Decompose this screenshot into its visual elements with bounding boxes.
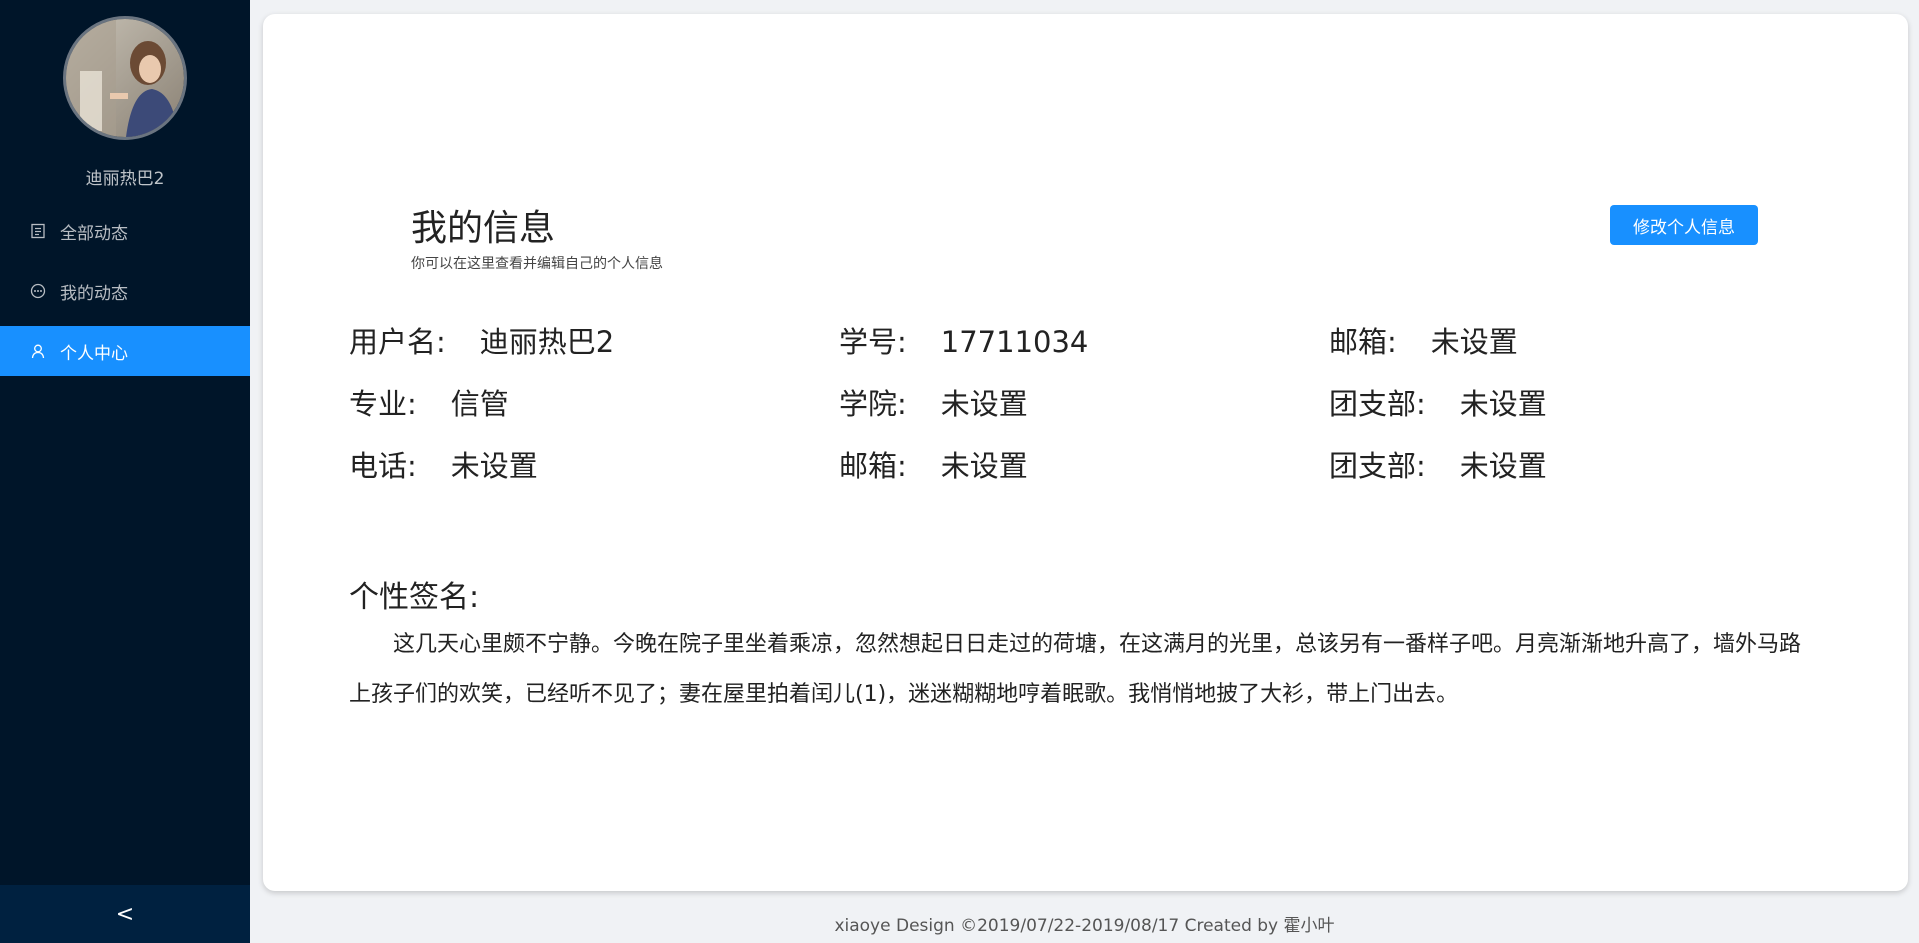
sidebar-item-label: 全部动态 — [60, 223, 128, 244]
info-username: 用户名: 迪丽热巴2 — [349, 319, 839, 359]
page-subtitle: 你可以在这里查看并编辑自己的个人信息 — [411, 256, 663, 272]
chevron-left-icon: < — [115, 901, 135, 927]
avatar[interactable] — [63, 16, 187, 140]
info-student-id: 学号: 17711034 — [839, 319, 1329, 359]
info-label: 邮箱: — [839, 449, 907, 483]
sidebar-collapse-button[interactable]: < — [0, 885, 250, 943]
sidebar-username: 迪丽热巴2 — [85, 169, 165, 189]
sidebar: 迪丽热巴2 全部动态 我的动态 个人中心 < — [0, 0, 250, 943]
info-value: 迪丽热巴2 — [479, 325, 615, 359]
info-label: 专业: — [349, 387, 417, 421]
sidebar-item-all-feeds[interactable]: 全部动态 — [0, 206, 250, 256]
info-label: 团支部: — [1329, 387, 1426, 421]
info-value: 未设置 — [1459, 387, 1547, 421]
info-value: 未设置 — [940, 449, 1028, 483]
info-value: 未设置 — [1430, 325, 1518, 359]
info-college: 学院: 未设置 — [839, 381, 1329, 421]
page-title: 我的信息 — [411, 208, 556, 249]
footer: xiaoye Design ©2019/07/22-2019/08/17 Cre… — [834, 916, 1335, 936]
info-email-2: 邮箱: 未设置 — [839, 443, 1329, 483]
info-value: 未设置 — [1459, 449, 1547, 483]
info-value: 信管 — [450, 387, 509, 421]
info-phone: 电话: 未设置 — [349, 443, 839, 483]
info-label: 用户名: — [349, 325, 446, 359]
message-icon — [30, 283, 46, 299]
avatar-image — [66, 19, 184, 137]
edit-profile-button[interactable]: 修改个人信息 — [1610, 205, 1758, 245]
sidebar-item-label: 个人中心 — [60, 343, 128, 364]
info-label: 团支部: — [1329, 449, 1426, 483]
info-value: 未设置 — [450, 449, 538, 483]
signature-title: 个性签名: — [349, 580, 480, 615]
info-value: 未设置 — [940, 387, 1028, 421]
info-league-branch: 团支部: 未设置 — [1329, 381, 1819, 421]
info-label: 学号: — [839, 325, 907, 359]
info-league-branch-2: 团支部: 未设置 — [1329, 443, 1819, 483]
info-row: 用户名: 迪丽热巴2 学号: 17711034 邮箱: 未设置 — [349, 319, 1819, 359]
file-text-icon — [30, 223, 46, 239]
info-major: 专业: 信管 — [349, 381, 839, 421]
info-value: 17711034 — [940, 325, 1089, 359]
info-label: 学院: — [839, 387, 907, 421]
info-email: 邮箱: 未设置 — [1329, 319, 1819, 359]
info-row: 电话: 未设置 邮箱: 未设置 团支部: 未设置 — [349, 443, 1819, 483]
sidebar-menu: 全部动态 我的动态 个人中心 — [0, 206, 250, 386]
info-label: 邮箱: — [1329, 325, 1397, 359]
sidebar-item-label: 我的动态 — [60, 283, 128, 304]
info-row: 专业: 信管 学院: 未设置 团支部: 未设置 — [349, 381, 1819, 421]
sidebar-item-my-feeds[interactable]: 我的动态 — [0, 266, 250, 316]
signature-text: 这几天心里颇不宁静。今晚在院子里坐着乘凉，忽然想起日日走过的荷塘，在这满月的光里… — [349, 632, 1802, 707]
info-label: 电话: — [349, 449, 417, 483]
sidebar-item-personal-center[interactable]: 个人中心 — [0, 326, 250, 376]
user-icon — [30, 343, 46, 359]
